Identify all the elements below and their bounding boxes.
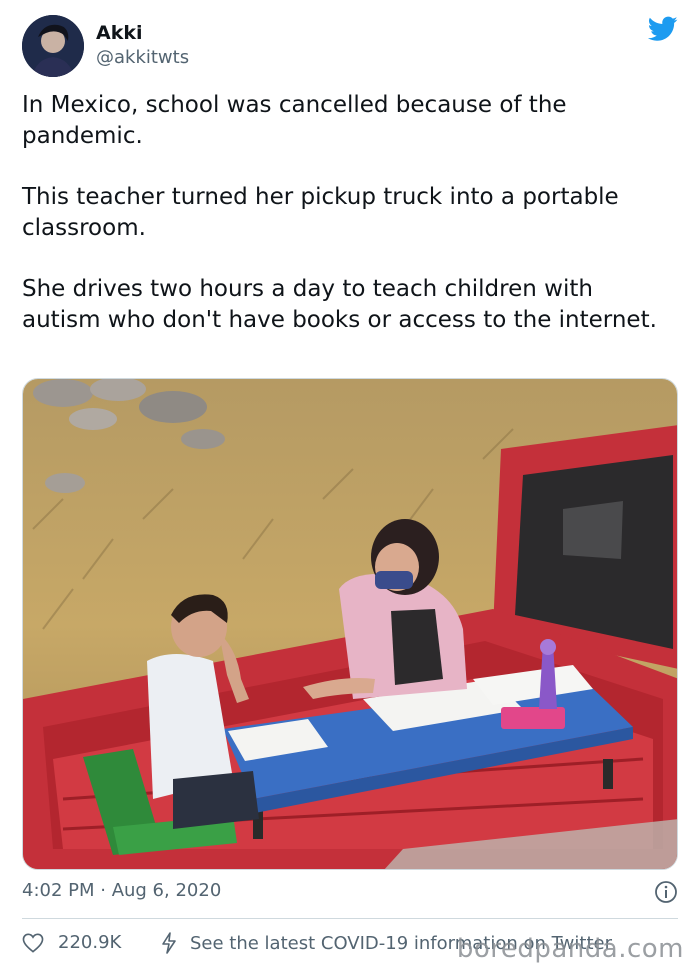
info-icon[interactable]	[654, 880, 678, 904]
lightning-icon	[162, 932, 176, 954]
tweet-timestamp[interactable]: 4:02 PM · Aug 6, 2020	[22, 880, 221, 901]
tweet-paragraph: In Mexico, school was cancelled because …	[22, 92, 567, 149]
tweet-text: In Mexico, school was cancelled because …	[22, 90, 672, 366]
heart-icon	[22, 933, 44, 953]
like-count: 220.9K	[58, 932, 122, 953]
display-name[interactable]: Akki	[96, 22, 143, 44]
twitter-bird-icon[interactable]	[647, 16, 678, 42]
avatar[interactable]	[22, 15, 84, 77]
tweet-photo[interactable]	[22, 378, 678, 870]
tweet-card: Akki @akkitwts In Mexico, school was can…	[0, 0, 700, 974]
watermark: boredpanda.com	[456, 934, 684, 964]
user-handle[interactable]: @akkitwts	[96, 47, 189, 68]
tweet-paragraph: She drives two hours a day to teach chil…	[22, 276, 657, 333]
tweet-paragraph: This teacher turned her pickup truck int…	[22, 184, 619, 241]
divider	[22, 918, 678, 919]
like-button[interactable]: 220.9K	[22, 932, 121, 953]
